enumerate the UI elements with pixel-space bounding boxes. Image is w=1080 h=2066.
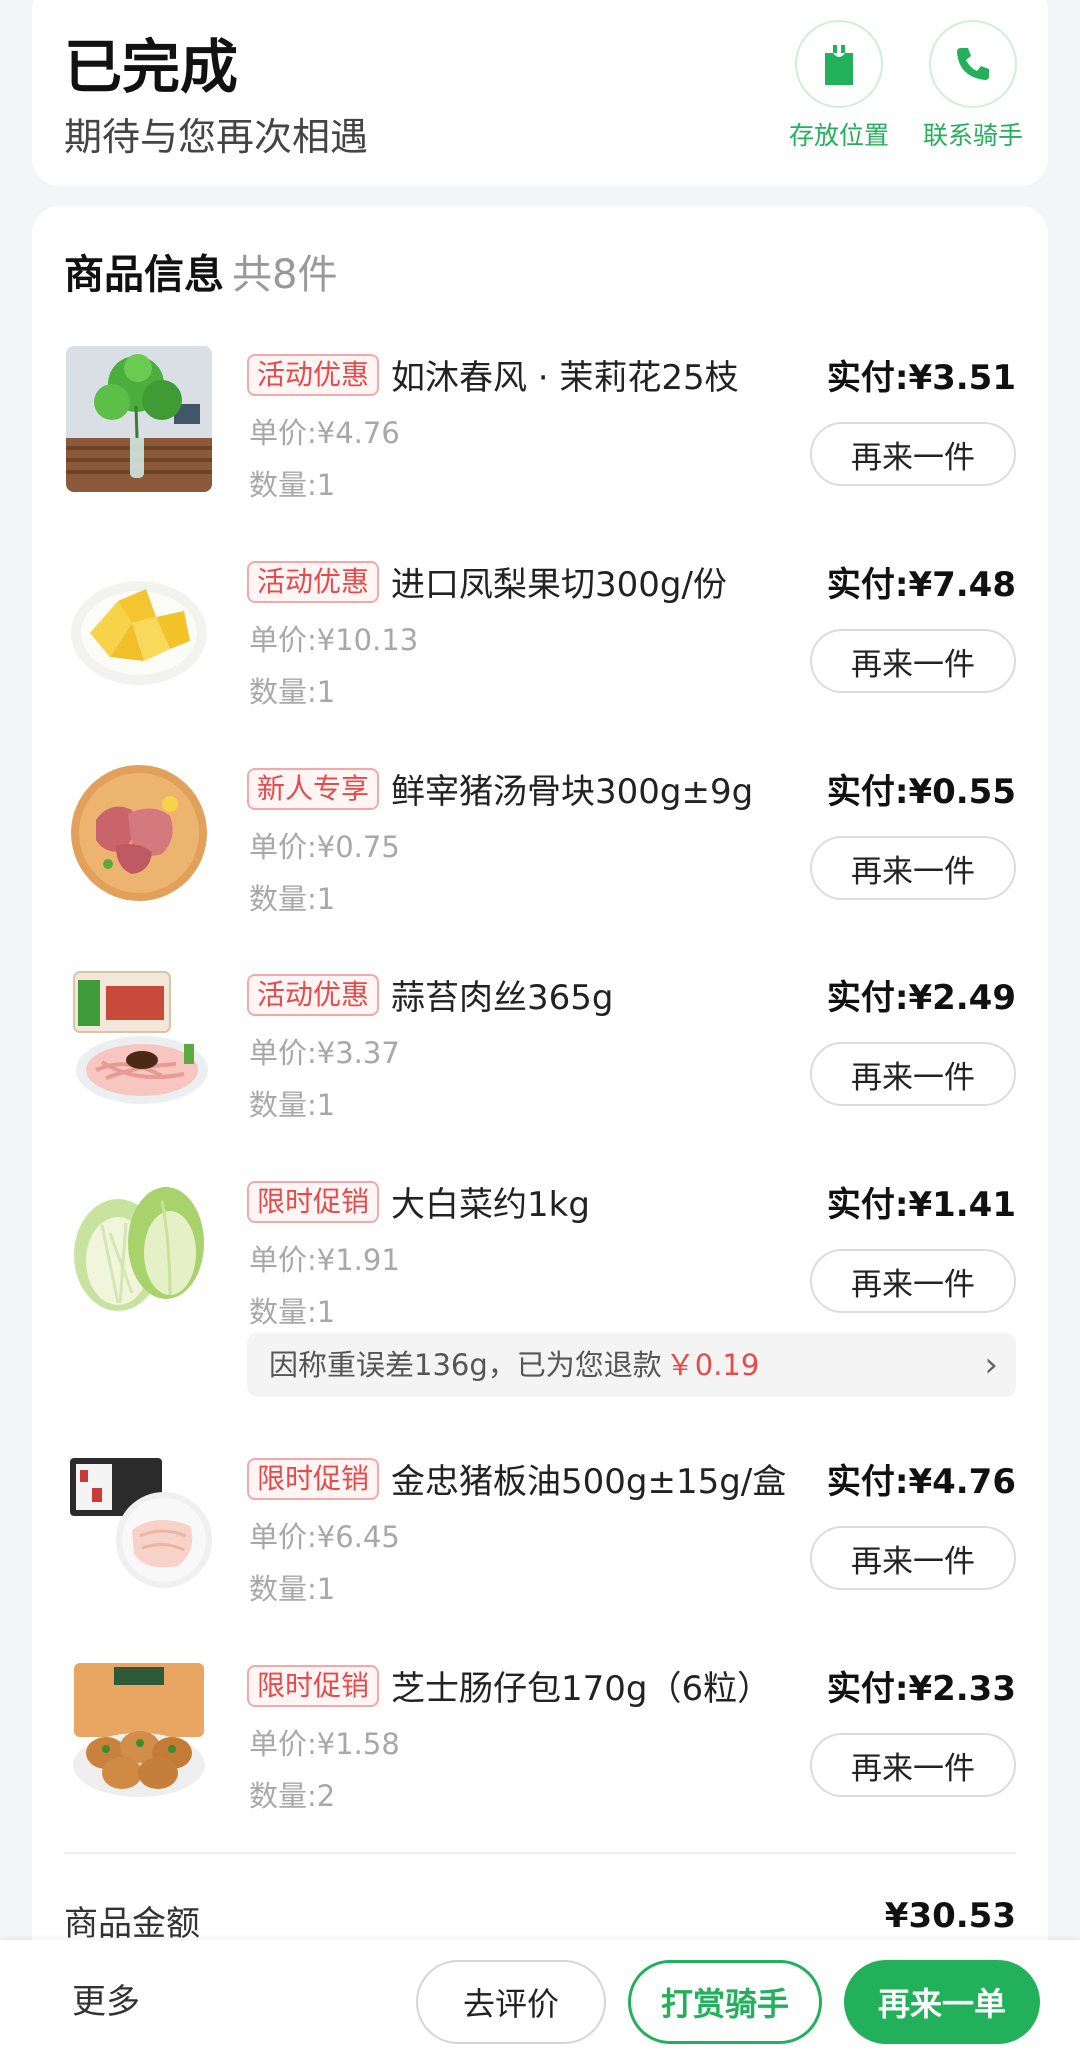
goods-total-amount: ¥30.53 (884, 1896, 1016, 1936)
quantity: 数量:2 (249, 1779, 336, 1813)
product-row[interactable]: 新人专享 鲜宰猪汤骨块300g±9g 实付:¥0.55 单价:¥0.75 数量:… (32, 750, 1048, 956)
order-status-title: 已完成 (64, 33, 239, 101)
product-name[interactable]: 大白菜约1kg (391, 1177, 590, 1226)
chevron-right-icon: › (984, 1345, 998, 1385)
quantity: 数量:1 (249, 468, 336, 502)
quantity: 数量:1 (249, 1295, 336, 1329)
product-name[interactable]: 如沐春风 · 茉莉花25枝 (391, 350, 739, 399)
buy-again-button[interactable]: 再来一件 (810, 422, 1016, 486)
product-row[interactable]: 活动优惠 进口凤梨果切300g/份 实付:¥7.48 单价:¥10.13 数量:… (32, 543, 1048, 749)
paid-price: 实付:¥2.49 (826, 978, 1016, 1018)
section-divider (64, 1852, 1016, 1854)
quantity: 数量:1 (249, 882, 336, 916)
more-button[interactable]: 更多 (72, 1974, 140, 2023)
buy-again-button[interactable]: 再来一件 (810, 1733, 1016, 1797)
unit-price: 单价:¥1.91 (249, 1243, 400, 1277)
review-button[interactable]: 去评价 (416, 1960, 606, 2044)
unit-price: 单价:¥3.37 (249, 1036, 400, 1070)
promo-tag: 限时促销 (247, 1181, 380, 1223)
tip-rider-button[interactable]: 打赏骑手 (628, 1960, 822, 2044)
pork-bone-photo (66, 760, 212, 906)
goods-info-card: 商品信息 共8件 活动优惠 如沐春风 · 茉莉花25枝 实付:¥3.51 单价:¥… (32, 206, 1048, 2066)
storage-location-label: 存放位置 (788, 121, 889, 150)
promo-tag: 限时促销 (247, 1665, 380, 1707)
buy-again-button[interactable]: 再来一件 (810, 1526, 1016, 1590)
product-name[interactable]: 进口凤梨果切300g/份 (391, 557, 727, 606)
goods-header-title: 商品信息 (64, 252, 224, 298)
unit-price: 单价:¥1.58 (249, 1727, 400, 1761)
buy-again-button[interactable]: 再来一件 (810, 1042, 1016, 1106)
refund-amount: ￥0.19 (665, 1348, 760, 1382)
pineapple-slices-photo (66, 553, 212, 699)
promo-tag: 活动优惠 (247, 561, 380, 603)
unit-price: 单价:¥0.75 (249, 830, 400, 864)
promo-tag: 活动优惠 (247, 354, 380, 396)
buy-again-button[interactable]: 再来一件 (810, 836, 1016, 900)
sausage-bun-photo (66, 1657, 212, 1803)
product-name[interactable]: 芝士肠仔包170g（6粒） (391, 1661, 771, 1710)
paid-price: 实付:¥1.41 (826, 1185, 1016, 1225)
cabbage-photo (66, 1173, 212, 1319)
buy-again-button[interactable]: 再来一件 (810, 629, 1016, 693)
jasmine-flower-photo (66, 346, 212, 492)
product-name[interactable]: 蒜苔肉丝365g (391, 970, 613, 1019)
paid-price: 实付:¥7.48 (826, 565, 1016, 605)
paid-price: 实付:¥2.33 (826, 1669, 1016, 1709)
paid-price: 实付:¥4.76 (826, 1462, 1016, 1502)
order-status-subtitle: 期待与您再次相遇 (64, 115, 369, 159)
refund-notice-text: 因称重误差136g，已为您退款 (269, 1348, 662, 1382)
reorder-button[interactable]: 再来一单 (844, 1960, 1040, 2044)
storage-location-button[interactable]: 存放位置 (774, 20, 904, 152)
unit-price: 单价:¥4.76 (249, 416, 400, 450)
buy-again-button[interactable]: 再来一件 (810, 1249, 1016, 1313)
pork-fat-photo (66, 1450, 212, 1596)
shredded-pork-photo (66, 966, 212, 1112)
paid-price: 实付:¥0.55 (826, 772, 1016, 812)
goods-item-count: 共8件 (232, 252, 338, 298)
quantity: 数量:1 (249, 1088, 336, 1122)
unit-price: 单价:¥6.45 (249, 1520, 400, 1554)
promo-tag: 新人专享 (247, 768, 380, 810)
quantity: 数量:1 (249, 1572, 336, 1606)
promo-tag: 限时促销 (247, 1458, 380, 1500)
bottom-action-bar: 更多 去评价 打赏骑手 再来一单 (0, 1940, 1080, 2066)
quantity: 数量:1 (249, 675, 336, 709)
goods-total-label: 商品金额 (64, 1904, 200, 1944)
contact-rider-label: 联系骑手 (922, 121, 1023, 150)
storage-bag-icon (795, 20, 883, 108)
promo-tag: 活动优惠 (247, 974, 380, 1016)
product-row[interactable]: 限时促销 芝士肠仔包170g（6粒） 实付:¥2.33 单价:¥1.58 数量:… (32, 1647, 1048, 1853)
goods-header: 商品信息 共8件 (64, 242, 337, 300)
product-name[interactable]: 鲜宰猪汤骨块300g±9g (391, 764, 753, 813)
product-name[interactable]: 金忠猪板油500g±15g/盒 (391, 1454, 786, 1503)
product-row[interactable]: 限时促销 金忠猪板油500g±15g/盒 实付:¥4.76 单价:¥6.45 数… (32, 1440, 1048, 1646)
product-row[interactable]: 活动优惠 如沐春风 · 茉莉花25枝 实付:¥3.51 单价:¥4.76 数量:… (32, 336, 1048, 542)
paid-price: 实付:¥3.51 (826, 358, 1016, 398)
weight-refund-notice[interactable]: 因称重误差136g，已为您退款 ￥0.19 › (247, 1333, 1016, 1397)
product-row[interactable]: 活动优惠 蒜苔肉丝365g 实付:¥2.49 单价:¥3.37 数量:1 再来一… (32, 956, 1048, 1162)
order-status-card: 已完成 期待与您再次相遇 存放位置 联系骑手 (32, 0, 1048, 186)
phone-icon (929, 20, 1017, 108)
contact-rider-button[interactable]: 联系骑手 (908, 20, 1038, 152)
unit-price: 单价:¥10.13 (249, 623, 419, 657)
